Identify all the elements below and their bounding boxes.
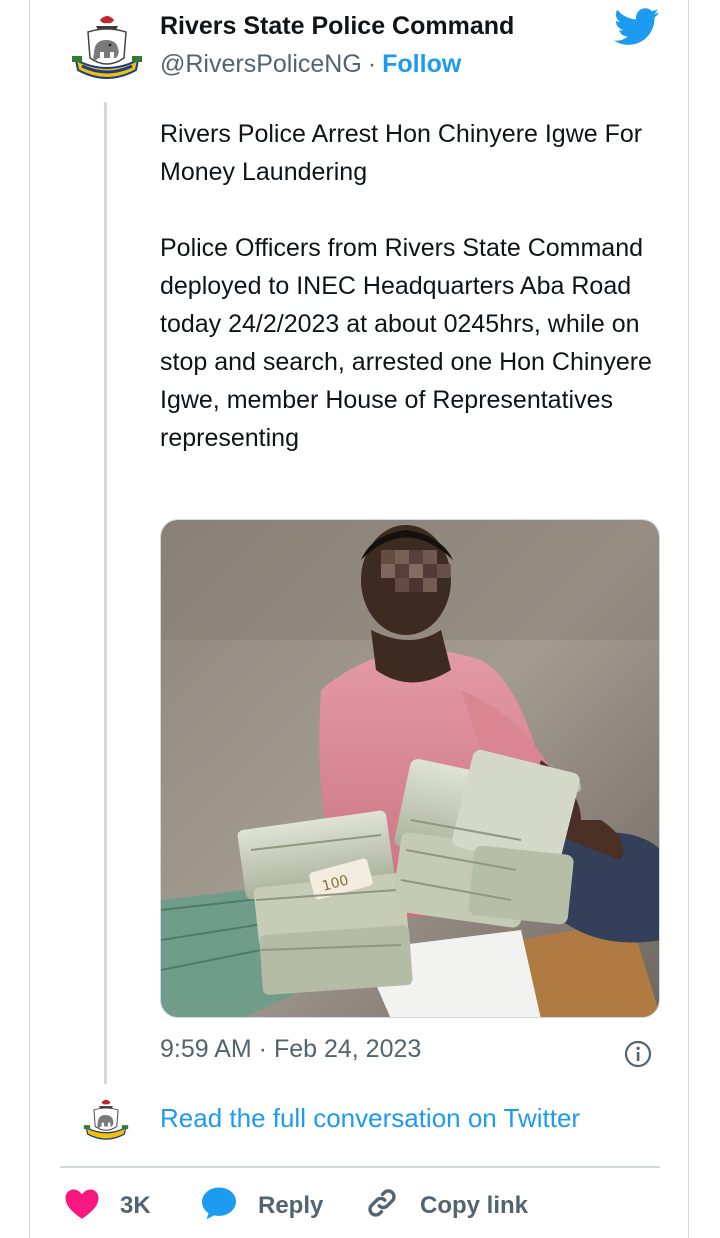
author-name[interactable]: Rivers State Police Command <box>160 12 514 41</box>
reply-label: Reply <box>258 1192 324 1219</box>
heart-icon <box>65 1189 99 1219</box>
divider <box>60 1166 660 1168</box>
photo-arrest-scene: 100 <box>161 520 659 1017</box>
follow-button[interactable]: Follow <box>382 50 461 78</box>
author-handle[interactable]: @RiversPoliceNG <box>160 50 362 78</box>
reply-button[interactable]: Reply <box>200 1186 323 1227</box>
police-crest-avatar-icon[interactable] <box>66 10 148 92</box>
link-icon <box>368 1189 396 1217</box>
action-bar: 3K Reply Copy link <box>60 1186 660 1226</box>
like-count: 3K <box>120 1192 151 1219</box>
tweet-photo[interactable]: 100 <box>160 519 660 1018</box>
copy-link-button[interactable]: Copy link <box>364 1186 528 1227</box>
tweet-timestamp[interactable]: 9:59 AM · Feb 24, 2023 <box>160 1035 421 1064</box>
info-icon[interactable] <box>624 1040 652 1068</box>
author-handle-row: @RiversPoliceNG · Follow <box>160 50 461 79</box>
tweet-body: Police Officers from Rivers State Comman… <box>160 234 652 452</box>
police-crest-small-icon[interactable] <box>80 1096 132 1148</box>
thread-line <box>104 102 107 1084</box>
like-button[interactable]: 3K <box>64 1186 151 1227</box>
tweet-text: Rivers Police Arrest Hon Chinyere Igwe F… <box>160 115 660 495</box>
copy-link-label: Copy link <box>420 1192 529 1219</box>
twitter-bird-icon[interactable] <box>614 8 660 46</box>
read-full-conversation-link[interactable]: Read the full conversation on Twitter <box>160 1103 580 1134</box>
reply-icon <box>202 1187 236 1220</box>
tweet-headline: Rivers Police Arrest Hon Chinyere Igwe F… <box>160 120 643 186</box>
separator-dot: · <box>367 50 377 78</box>
